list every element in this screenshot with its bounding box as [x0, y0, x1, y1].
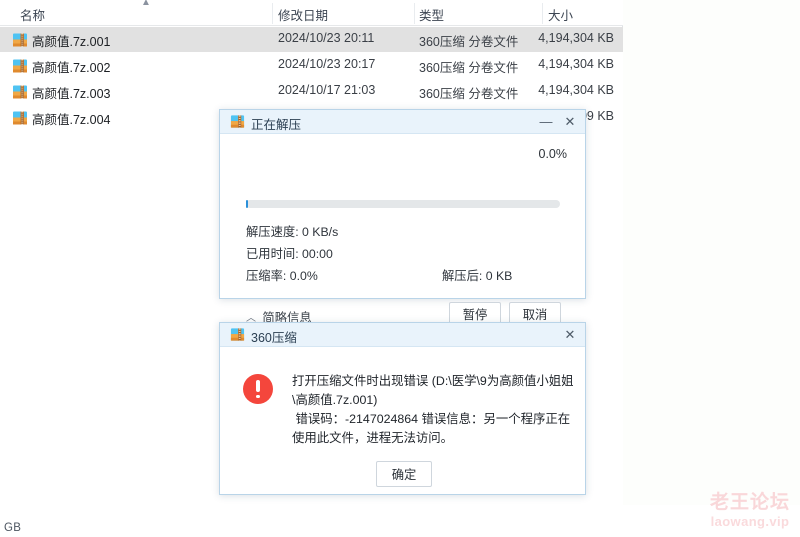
minimize-icon[interactable]: — [533, 110, 559, 134]
column-header-type[interactable]: 类型 [419, 5, 444, 24]
column-divider-3[interactable] [542, 3, 543, 24]
file-size: 4,194,304 KB [538, 83, 614, 97]
file-date: 2024/10/17 21:03 [278, 83, 376, 97]
explorer-right-blank-area [623, 0, 800, 505]
column-divider-2[interactable] [414, 3, 415, 24]
file-size: 4,194,304 KB [538, 57, 614, 71]
close-icon[interactable]: ✕ [557, 110, 583, 134]
column-divider-1[interactable] [272, 3, 273, 24]
progress-bar [246, 200, 560, 208]
file-list-column-header: 名称 修改日期 类型 大小 ▲ [0, 0, 623, 26]
status-bar-text: GB [4, 522, 22, 534]
ok-button[interactable]: 确定 [376, 461, 432, 487]
archive-volume-icon [12, 58, 28, 74]
sort-ascending-icon: ▲ [141, 0, 151, 8]
column-header-name[interactable]: 名称 [20, 5, 45, 24]
archive-app-icon [230, 327, 245, 342]
error-message: 打开压缩文件时出现错误 (D:\医学\9为高颜值小姐姐\高颜值.7z.001) … [292, 374, 574, 445]
file-date: 2024/10/23 20:11 [278, 31, 375, 45]
file-type: 360压缩 分卷文件 [419, 61, 519, 75]
screen: 名称 修改日期 类型 大小 ▲ 高颜值.7z.001 2024/10/23 20… [0, 0, 800, 537]
error-dialog: 360压缩 ✕ 打开压缩文件时出现错误 (D:\医学\9为高颜值小姐姐\高颜值.… [219, 322, 586, 495]
extract-speed-label: 解压速度: 0 KB/s [246, 225, 339, 239]
table-row[interactable]: 高颜值.7z.002 2024/10/23 20:17 360压缩 分卷文件 4… [0, 53, 623, 78]
file-name: 高颜值.7z.004 [32, 113, 111, 127]
archive-volume-icon [12, 110, 28, 126]
error-dialog-body: 打开压缩文件时出现错误 (D:\医学\9为高颜值小姐姐\高颜值.7z.001) … [220, 347, 585, 494]
progress-percent-label: 0.0% [538, 147, 568, 161]
progress-bar-fill [246, 200, 248, 208]
dialog-title-bar[interactable]: 正在解压 — ✕ [220, 110, 585, 134]
file-type: 360压缩 分卷文件 [419, 87, 519, 101]
compression-ratio-label: 压缩率: 0.0% [246, 269, 318, 283]
error-dialog-title-text: 360压缩 [251, 331, 297, 345]
watermark-en-text: laowang.vip [710, 514, 790, 529]
unpacked-size-label: 解压后: 0 KB [442, 269, 513, 283]
archive-volume-icon [12, 84, 28, 100]
close-icon[interactable]: ✕ [557, 323, 583, 347]
file-name: 高颜值.7z.003 [32, 87, 111, 101]
archive-volume-icon [12, 32, 28, 48]
progress-dialog-body: 0.0% 解压速度: 0 KB/s 已用时间: 00:00 压缩率: 0.0% … [220, 134, 585, 326]
table-row[interactable]: 高颜值.7z.001 2024/10/23 20:11 360压缩 分卷文件 4… [0, 27, 623, 52]
table-row[interactable]: 高颜值.7z.003 2024/10/17 21:03 360压缩 分卷文件 4… [0, 79, 623, 104]
file-date: 2024/10/23 20:17 [278, 57, 376, 71]
file-name: 高颜值.7z.002 [32, 61, 111, 75]
watermark: 老王论坛 laowang.vip [710, 492, 790, 529]
file-size: 4,194,304 KB [538, 31, 614, 45]
elapsed-time-label: 已用时间: 00:00 [246, 247, 333, 261]
file-name: 高颜值.7z.001 [32, 35, 111, 49]
column-header-size[interactable]: 大小 [548, 5, 573, 24]
watermark-cn-text: 老王论坛 [709, 492, 790, 513]
column-header-date[interactable]: 修改日期 [278, 5, 328, 24]
archive-app-icon [230, 114, 245, 129]
error-exclamation-icon [243, 374, 273, 404]
dialog-title-text: 正在解压 [251, 118, 302, 132]
file-type: 360压缩 分卷文件 [419, 35, 519, 49]
error-dialog-title-bar[interactable]: 360压缩 ✕ [220, 323, 585, 347]
extract-progress-dialog: 正在解压 — ✕ 0.0% 解压速度: 0 KB/s 已用时间: 00:00 压… [219, 109, 586, 326]
